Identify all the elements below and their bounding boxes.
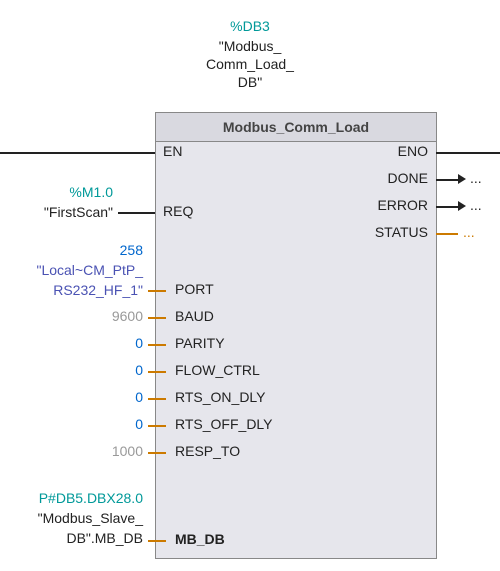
pin-flowctrl: FLOW_CTRL [175, 362, 260, 378]
pin-done: DONE [330, 170, 428, 186]
parity-value: 0 [0, 335, 143, 351]
mbdb-address: P#DB5.DBX28.0 [0, 490, 143, 506]
wire-parity [148, 344, 166, 346]
wire-flowctrl [148, 371, 166, 373]
port-symbol-2: RS232_HF_1" [0, 282, 143, 298]
pin-eno: ENO [330, 143, 428, 159]
wire-status [436, 233, 458, 235]
wire-req [118, 212, 155, 214]
pin-error: ERROR [330, 197, 428, 213]
port-symbol-1: "Local~CM_PtP_ [0, 262, 143, 278]
baud-value: 9600 [0, 308, 143, 324]
pin-en: EN [163, 143, 182, 159]
rail-eno [436, 152, 500, 154]
rail-en [0, 152, 155, 154]
port-value: 258 [0, 242, 143, 258]
stub-done: ... [470, 170, 482, 186]
req-symbol: "FirstScan" [0, 204, 113, 220]
respto-value: 1000 [0, 443, 143, 459]
mbdb-symbol-2: DB".MB_DB [0, 530, 143, 546]
pin-respto: RESP_TO [175, 443, 240, 459]
wire-rtsoff [148, 425, 166, 427]
wire-respto [148, 452, 166, 454]
pin-port: PORT [175, 281, 214, 297]
req-address: %M1.0 [0, 184, 113, 200]
wire-error [436, 206, 458, 208]
rtsoff-value: 0 [0, 416, 143, 432]
instance-db-name-3: DB" [0, 74, 500, 90]
wire-rtson [148, 398, 166, 400]
stub-status: ... [463, 224, 475, 240]
pin-req: REQ [163, 203, 193, 219]
plc-block-diagram: %DB3 "Modbus_ Comm_Load_ DB" Modbus_Comm… [0, 0, 500, 571]
arrow-done-icon [458, 174, 466, 184]
instance-db-name-2: Comm_Load_ [0, 56, 500, 72]
wire-baud [148, 317, 166, 319]
pin-parity: PARITY [175, 335, 225, 351]
wire-port [148, 290, 166, 292]
flowctrl-value: 0 [0, 362, 143, 378]
instance-db-name-1: "Modbus_ [0, 38, 500, 54]
pin-status: STATUS [330, 224, 428, 240]
instance-db-id: %DB3 [0, 18, 500, 34]
stub-error: ... [470, 197, 482, 213]
pin-rtsoff: RTS_OFF_DLY [175, 416, 273, 432]
mbdb-symbol-1: "Modbus_Slave_ [0, 510, 143, 526]
wire-done [436, 179, 458, 181]
wire-mbdb [148, 540, 166, 542]
arrow-error-icon [458, 201, 466, 211]
rtson-value: 0 [0, 389, 143, 405]
fb-title: Modbus_Comm_Load [156, 113, 436, 142]
pin-baud: BAUD [175, 308, 214, 324]
pin-mbdb: MB_DB [175, 531, 225, 547]
pin-rtson: RTS_ON_DLY [175, 389, 266, 405]
